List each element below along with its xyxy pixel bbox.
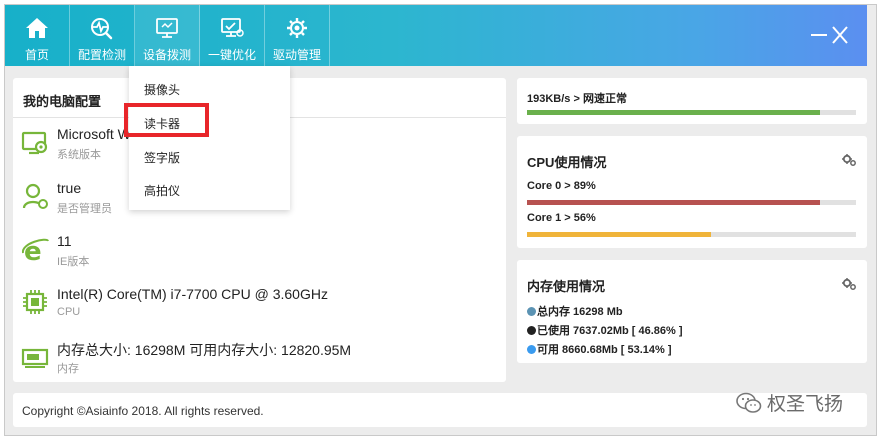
dropdown-item-camera[interactable]: 摄像头 [144,81,180,98]
cpu-value: Intel(R) Core(TM) i7-7700 CPU @ 3.60GHz [57,286,328,302]
nav-home-label: 首页 [24,48,49,62]
core0-label: Core 0 > 89% [527,180,596,192]
info-row-ie: e 11 IE版本 [21,231,501,281]
core1-label: Core 1 > 56% [527,212,596,224]
memory-available-line: 可用 8660.68Mb [ 53.14% ] [527,341,672,357]
close-icon[interactable] [831,25,849,45]
nav-device-test-label: 设备拨测 [142,48,191,62]
dropdown-item-signature-pad[interactable]: 签字版 [144,149,180,166]
memory-available-text: 可用 8660.68Mb [ 53.14% ] [537,344,672,356]
info-row-cpu: Intel(R) Core(TM) i7-7700 CPU @ 3.60GHz … [21,284,501,334]
system-settings-icon [21,131,48,155]
settings-gear-icon[interactable] [841,152,857,168]
core0-bar-fill [527,200,820,205]
core1-bar [527,232,856,237]
heartbeat-icon [91,18,113,40]
core0-bar [527,200,856,205]
highlight-box [124,103,209,137]
panel-title: 我的电脑配置 [23,94,102,109]
network-bar [527,110,856,115]
admin-value: true [57,180,82,196]
cpu-chip-icon [23,290,47,314]
legend-dot [527,326,536,335]
device-test-dropdown: 摄像头 读卡器 签字版 高拍仪 [129,66,290,210]
ie-version-value: 11 [57,233,72,249]
wechat-icon [736,392,762,413]
memory-label: 内存 [57,363,79,375]
nav-driver-manage-label: 驱动管理 [272,48,321,62]
home-icon [26,18,48,38]
nav-optimize[interactable]: 一键优化 [200,5,265,66]
info-row-memory: 内存总大小: 16298M 可用内存大小: 12820.95M 内存 [21,338,501,388]
network-speed-text: 193KB/s > 网速正常 [527,93,627,105]
network-bar-fill [527,110,820,115]
nav-config-check-label: 配置检测 [77,48,126,62]
legend-dot [527,307,536,316]
ie-browser-icon: e [22,237,49,265]
cpu-label: CPU [57,306,81,318]
driver-gear-icon [287,18,307,38]
memory-usage-card: 内存使用情况 总内存 16298 Mb 已使用 7637.02Mb [ 46.8… [517,260,867,363]
system-version-label: 系统版本 [57,149,101,161]
nav-home[interactable]: 首页 [5,5,70,66]
memory-card-title: 内存使用情况 [527,279,606,294]
network-card: 193KB/s > 网速正常 [517,78,867,124]
settings-gear-icon[interactable] [841,276,857,292]
copyright-text: Copyright ©Asiainfo 2018. All rights res… [22,404,264,418]
memory-total-text: 总内存 16298 Mb [537,306,623,318]
admin-label: 是否管理员 [57,203,112,215]
memory-used-line: 已使用 7637.02Mb [ 46.86% ] [527,322,683,338]
core1-bar-fill [527,232,712,237]
cpu-card-title: CPU使用情况 [527,155,607,170]
watermark-text: 权圣飞扬 [767,393,844,415]
legend-dot [527,345,536,354]
nav-device-test[interactable]: 设备拨测 [135,5,200,66]
memory-icon [21,348,49,368]
top-toolbar: 首页 配置检测 设备拨测 一键优化 驱动管理 [5,5,867,66]
minimize-icon[interactable] [810,25,828,45]
ie-version-label: IE版本 [57,256,90,268]
nav-config-check[interactable]: 配置检测 [70,5,135,66]
dropdown-item-document-camera[interactable]: 高拍仪 [144,182,180,199]
monitor-icon [156,18,178,38]
nav-driver-manage[interactable]: 驱动管理 [265,5,330,66]
nav-optimize-label: 一键优化 [207,48,256,62]
optimize-icon [221,18,244,37]
memory-total-line: 总内存 16298 Mb [527,303,623,319]
system-version-value: Microsoft W [57,126,131,142]
memory-value: 内存总大小: 16298M 可用内存大小: 12820.95M [57,342,352,358]
admin-user-icon [22,183,48,209]
cpu-usage-card: CPU使用情况 Core 0 > 89% Core 1 > 56% [517,136,867,248]
memory-used-text: 已使用 7637.02Mb [ 46.86% ] [537,325,683,337]
